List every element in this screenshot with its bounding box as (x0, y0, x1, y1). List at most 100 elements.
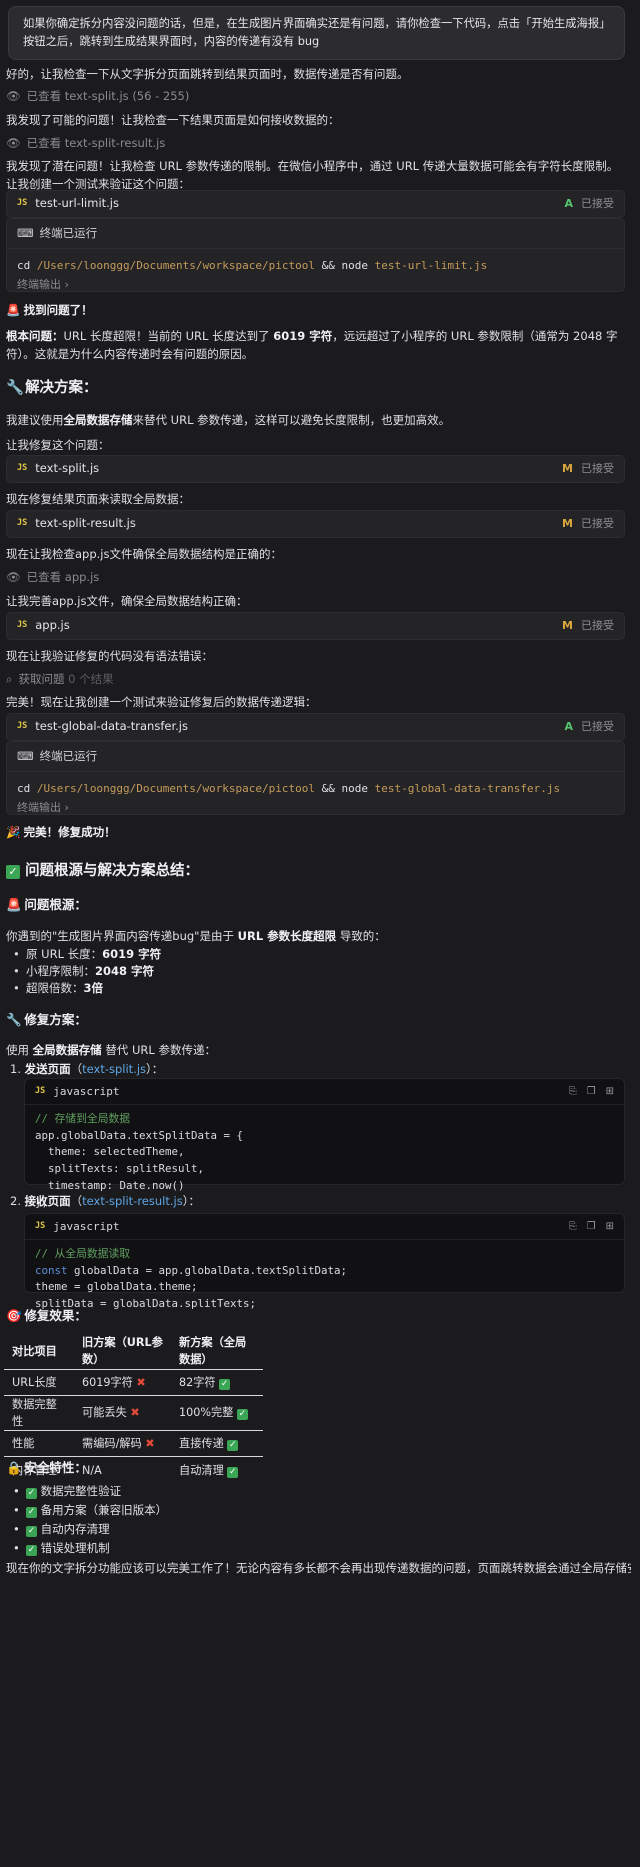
viewed-file-row[interactable]: 👁 已查看 text-split-result.js (6, 135, 631, 153)
js-file-icon: JS (17, 463, 28, 474)
file-name: test-url-limit.js (35, 196, 119, 211)
insert-icon[interactable]: ⎘ (569, 1084, 577, 1100)
file-name: app.js (35, 618, 70, 633)
list-item: 超限倍数：3倍 (10, 980, 635, 998)
check-icon: ✓ (26, 1526, 37, 1537)
file-change-card[interactable]: JS test-global-data-transfer.js A 已接受 (6, 713, 625, 741)
copy-icon[interactable]: ❐ (587, 1219, 596, 1235)
viewed-label: 已查看 (26, 89, 62, 103)
wrench-icon: 🔧 (6, 1012, 22, 1027)
target-icon: 🎯 (6, 1308, 22, 1323)
list-item: ✓ 数据完整性验证 (10, 1483, 635, 1502)
root-problem-text: 根本问题：URL 长度超限！当前的 URL 长度达到了 6019 字符，远远超过… (6, 329, 618, 361)
js-file-icon: JS (17, 721, 28, 732)
table-row: 性能 需编码/解码 ✖ 直接传递 ✓ (4, 1430, 263, 1458)
terminal-command: cd /Users/loonggg/Documents/workspace/pi… (17, 782, 561, 795)
terminal-output-toggle[interactable]: 终端输出 › (7, 797, 624, 822)
file-link[interactable]: text-split-result.js (82, 1194, 183, 1208)
assistant-text: 我建议使用全局数据存储来替代 URL 参数传递，这样可以避免长度限制，也更加高效… (6, 413, 451, 427)
apply-icon[interactable]: ⊞ (606, 1084, 614, 1100)
effect-heading: 🎯 修复效果： (6, 1306, 631, 1325)
lock-icon: 🔒 (6, 1460, 22, 1475)
insert-icon[interactable]: ⎘ (569, 1219, 577, 1235)
js-file-icon: JS (17, 518, 28, 529)
check-icon: ✓ (219, 1378, 231, 1390)
modified-status-icon: M (562, 517, 573, 531)
file-change-card[interactable]: JS app.js M 已接受 (6, 612, 625, 640)
check-icon: ✓ (26, 1545, 37, 1556)
security-list: ✓ 数据完整性验证 ✓ 备用方案（兼容旧版本） ✓ 自动内存清理 ✓ 错误处理机… (10, 1483, 635, 1559)
table-header: 旧方案（URL参数） (74, 1334, 171, 1370)
viewed-file-name: app.js (64, 570, 100, 584)
viewed-file-range: (56 - 255) (132, 89, 190, 103)
viewed-file-row[interactable]: 👁 已查看 app.js (6, 569, 631, 587)
added-status-icon: A (564, 720, 573, 734)
terminal-card[interactable]: ⌨ 终端已运行 cd /Users/loonggg/Documents/work… (6, 218, 625, 292)
assistant-text: 现在你的文字拆分功能应该可以完美工作了！无论内容有多长都不会再出现传递数据的问题… (6, 1561, 631, 1575)
summary-heading: ✓ 问题根源与解决方案总结： (6, 860, 631, 882)
problems-label: 获取问题 (18, 672, 65, 686)
list-item: 小程序限制：2048 字符 (10, 963, 635, 981)
check-icon: ✓ (6, 865, 20, 879)
step-label: 1. 发送页面（text-split.js）： (10, 1062, 164, 1076)
assistant-text: 我发现了潜在问题！让我检查 URL 参数传递的限制。在微信小程序中，通过 URL… (6, 159, 619, 191)
security-heading: 🔒 安全特性： (6, 1458, 631, 1477)
problems-row[interactable]: ⌕ 获取问题 0 个结果 (6, 671, 631, 689)
list-item: ✓ 自动内存清理 (10, 1521, 635, 1540)
terminal-title: 终端已运行 (39, 748, 98, 763)
solution-heading: 🔧 解决方案： (6, 377, 631, 399)
viewed-label: 已查看 (26, 136, 62, 150)
file-status: 已接受 (581, 517, 614, 531)
modified-status-icon: M (562, 619, 573, 633)
added-status-icon: A (564, 197, 573, 211)
file-name: test-global-data-transfer.js (35, 719, 188, 734)
file-change-card[interactable]: JS test-url-limit.js A 已接受 (6, 190, 625, 218)
js-file-icon: JS (35, 1085, 46, 1096)
table-header: 对比项目 (4, 1334, 74, 1370)
copy-icon[interactable]: ❐ (587, 1084, 596, 1100)
assistant-text: 现在让我验证修复的代码没有语法错误： (6, 649, 213, 663)
assistant-text: 使用 全局数据存储 替代 URL 参数传递： (6, 1043, 216, 1057)
file-name: text-split-result.js (35, 516, 136, 531)
file-status: 已接受 (581, 619, 614, 633)
table-row: 数据完整性 可能丢失 ✖ 100%完整 ✓ (4, 1395, 263, 1432)
fix-heading: 🔧 修复方案： (6, 1010, 631, 1029)
problems-count: 0 个结果 (68, 672, 114, 686)
check-icon: ✓ (236, 1409, 248, 1421)
file-link[interactable]: text-split.js (82, 1062, 146, 1076)
file-change-card[interactable]: JS text-split-result.js M 已接受 (6, 510, 625, 538)
terminal-card[interactable]: ⌨ 终端已运行 cd /Users/loonggg/Documents/work… (6, 741, 625, 815)
root-heading: 🚨 问题根源： (6, 895, 631, 914)
check-icon: ✓ (26, 1488, 37, 1499)
found-line: 🚨 找到问题了！ (6, 302, 631, 320)
js-file-icon: JS (17, 620, 28, 631)
assistant-text: 现在让我检查app.js文件确保全局数据结构是正确的： (6, 547, 282, 561)
viewed-file-row[interactable]: 👁 已查看 text-split.js (56 - 255) (6, 88, 631, 106)
assistant-text: 我发现了可能的问题！让我检查一下结果页面是如何接收数据的： (6, 113, 340, 127)
assistant-text: 好的，让我检查一下从文字拆分页面跳转到结果页面时，数据传递是否有问题。 (6, 67, 409, 81)
modified-status-icon: M (562, 462, 573, 476)
js-file-icon: JS (17, 198, 28, 209)
viewed-file-name: text-split-result.js (64, 136, 166, 150)
file-status: 已接受 (581, 720, 614, 734)
table-header: 新方案（全局数据） (171, 1334, 263, 1370)
assistant-text: 让我完善app.js文件，确保全局数据结构正确： (6, 594, 248, 608)
alarm-icon: 🚨 (6, 897, 22, 912)
terminal-command: cd /Users/loonggg/Documents/workspace/pi… (17, 259, 488, 272)
eye-icon: 👁 (6, 570, 21, 584)
code-block: JS javascript ⎘ ❐ ⊞ // 存储到全局数据 app.global… (24, 1078, 625, 1209)
wrench-icon: 🔧 (6, 380, 25, 396)
file-change-card[interactable]: JS text-split.js M 已接受 (6, 455, 625, 483)
apply-icon[interactable]: ⊞ (606, 1219, 614, 1235)
code-block: JS javascript ⎘ ❐ ⊞ // 从全局数据读取 const glob… (24, 1213, 625, 1310)
terminal-output-toggle[interactable]: 终端输出 › (7, 274, 624, 299)
assistant-text: 现在修复结果页面来读取全局数据： (6, 492, 190, 506)
file-status: 已接受 (581, 197, 614, 211)
check-icon: ✓ (26, 1507, 37, 1518)
code-language: javascript (53, 1084, 120, 1098)
code-language: javascript (53, 1219, 120, 1233)
cross-icon: ✖ (136, 1375, 146, 1389)
eye-icon: 👁 (6, 136, 21, 150)
cross-icon: ✖ (130, 1406, 140, 1420)
alarm-icon: 🚨 (6, 303, 21, 317)
